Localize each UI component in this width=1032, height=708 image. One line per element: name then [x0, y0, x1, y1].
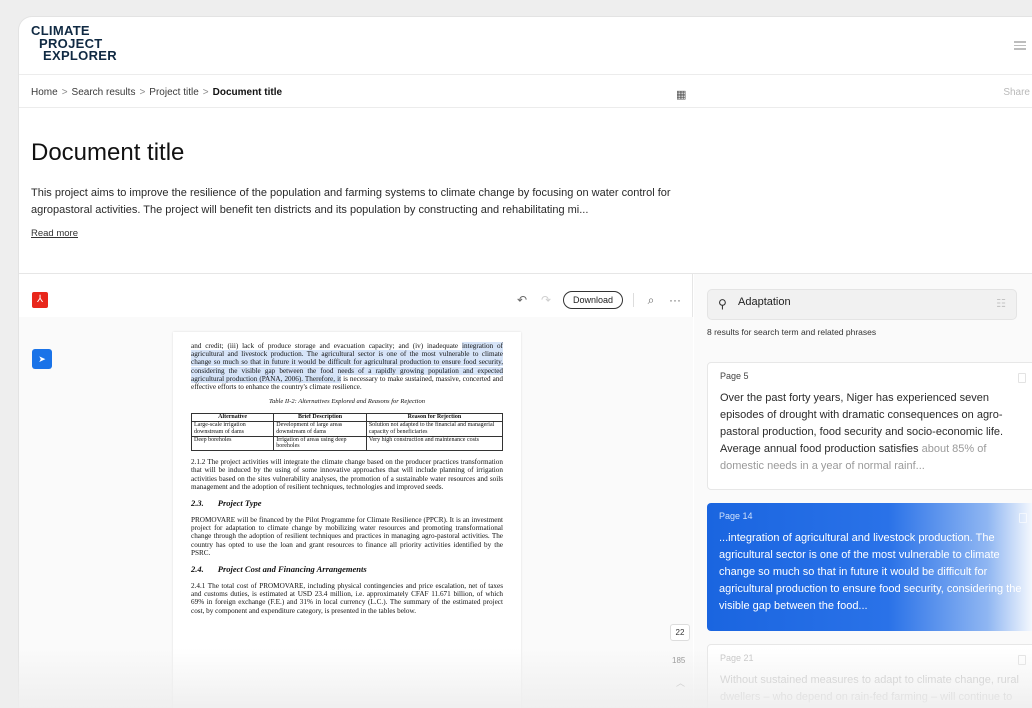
table-row: Large-scale irrigation downstream of dam…	[190, 421, 504, 437]
result-page-label: Page 14	[719, 511, 753, 521]
share-button[interactable]: Share	[1003, 87, 1030, 98]
breadcrumb-project-title[interactable]: Project title	[149, 87, 198, 98]
search-box[interactable]: ⚲ ☷	[707, 289, 1017, 320]
read-more-link[interactable]: Read more	[31, 228, 78, 239]
results-count: 8 results for search term and related ph…	[707, 327, 877, 337]
breadcrumb-current: Document title	[212, 87, 283, 98]
table-cell: Large-scale irrigation downstream of dam…	[190, 421, 275, 437]
table-header-row: Alternative Brief Description Reason for…	[190, 413, 504, 423]
table-cell: Solution not adapted to the financial an…	[365, 421, 504, 437]
pdf-canvas[interactable]: and credit; (iii) lack of produce storag…	[19, 317, 693, 708]
logo[interactable]: CLIMATE PROJECT EXPLORER	[31, 24, 117, 63]
bookmark-icon[interactable]	[1018, 373, 1026, 383]
more-options-icon[interactable]: ···	[668, 293, 682, 307]
search-icon[interactable]: ⌕	[644, 293, 658, 308]
section-heading: 2.3. Project Type	[191, 498, 503, 508]
section-number: 2.3.	[191, 498, 204, 509]
result-snippet: Without sustained measures to adapt to c…	[720, 674, 1019, 703]
breadcrumb-separator: >	[61, 87, 68, 98]
pdf-file-icon: ⅄	[32, 292, 48, 308]
page-fade	[173, 672, 521, 708]
select-cursor-tool-icon[interactable]: ➤	[32, 349, 52, 369]
table-header-cell: Reason for Rejection	[365, 413, 504, 423]
table-cell: Irrigation of areas using deep boreholes	[273, 435, 367, 452]
table-row: Deep boreholes Irrigation of areas using…	[190, 435, 504, 452]
breadcrumb-separator: >	[139, 87, 146, 98]
section-number: 2.4.	[191, 564, 204, 575]
section-heading-text: Project Cost and Financing Arrangements	[217, 564, 367, 575]
download-button[interactable]: Download	[562, 291, 623, 309]
redo-icon[interactable]: ↷	[539, 293, 553, 307]
toolbar-divider	[633, 293, 634, 307]
top-header: CLIMATE PROJECT EXPLORER	[19, 17, 1032, 75]
table-cell: Deep boreholes	[190, 435, 275, 452]
breadcrumb-search-results[interactable]: Search results	[72, 87, 136, 98]
total-pages: 185	[672, 656, 686, 665]
app-window: CLIMATE PROJECT EXPLORER Home > Search res…	[18, 16, 1032, 708]
search-panel: ⚲ ☷ 8 results for search term and relate…	[694, 274, 1032, 708]
search-input[interactable]	[738, 296, 978, 308]
bookmark-icon[interactable]	[1019, 513, 1027, 523]
paragraph-text: and credit; (iii) lack of produce storag…	[191, 342, 459, 350]
result-snippet: Over the past forty years, Niger has exp…	[720, 390, 1024, 475]
hamburger-menu-icon[interactable]	[1014, 41, 1026, 50]
chevron-up-icon[interactable]: ︿	[676, 676, 685, 689]
paragraph: PROMOVARE will be financed by the Pilot …	[191, 516, 503, 557]
table-header-cell: Alternative	[190, 413, 275, 423]
table-cell: Very high construction and maintenance c…	[365, 435, 504, 452]
table-cell: Development of large areas downstream of…	[273, 421, 367, 437]
thumbnail-grid-icon[interactable]: ▦	[676, 88, 686, 101]
section-heading-text: Project Type	[217, 498, 262, 509]
filter-icon[interactable]: ☷	[996, 297, 1006, 310]
search-result-card-selected[interactable]: Page 14 ...integration of agricultural a…	[707, 503, 1032, 631]
paragraph: 2.4.1 The total cost of PROMOVARE, inclu…	[191, 582, 503, 615]
table-header-cell: Brief Description	[273, 413, 367, 423]
breadcrumb-bar: Home > Search results > Project title > Docume…	[19, 75, 1032, 108]
pdf-viewer: ⅄ ↶ ↷ Download ⌕ ··· and credit; (iii) l…	[19, 274, 693, 708]
breadcrumb-separator: >	[202, 87, 209, 98]
alternatives-table: Alternative Brief Description Reason for…	[190, 413, 504, 452]
breadcrumb: Home > Search results > Project title > Docume…	[31, 87, 282, 98]
breadcrumb-home[interactable]: Home	[31, 87, 58, 98]
pdf-page: and credit; (iii) lack of produce storag…	[173, 332, 521, 708]
table-caption: Table II-2: Alternatives Explored and Re…	[269, 398, 425, 406]
document-description: This project aims to improve the resilie…	[31, 187, 671, 216]
paragraph: and credit; (iii) lack of produce storag…	[191, 342, 504, 391]
page-title: Document title	[31, 139, 185, 166]
search-icon: ⚲	[718, 297, 727, 311]
result-page-label: Page 5	[720, 371, 749, 381]
section-heading: 2.4. Project Cost and Financing Arrangeme…	[191, 564, 503, 574]
logo-line-3: EXPLORER	[43, 48, 117, 63]
result-page-label: Page 21	[720, 653, 754, 663]
bookmark-icon[interactable]	[1018, 655, 1026, 665]
result-snippet: ...integration of agricultural and lives…	[719, 532, 1022, 612]
paragraph: 2.1.2 The project activities will integr…	[191, 458, 503, 491]
viewer-toolbar: ↶ ↷ Download ⌕ ···	[515, 288, 682, 312]
undo-icon[interactable]: ↶	[515, 293, 529, 307]
search-result-card[interactable]: Page 5 Over the past forty years, Niger …	[707, 362, 1032, 490]
current-page-input[interactable]: 22	[670, 624, 690, 641]
search-result-card[interactable]: Page 21 Without sustained measures to ad…	[707, 644, 1032, 708]
